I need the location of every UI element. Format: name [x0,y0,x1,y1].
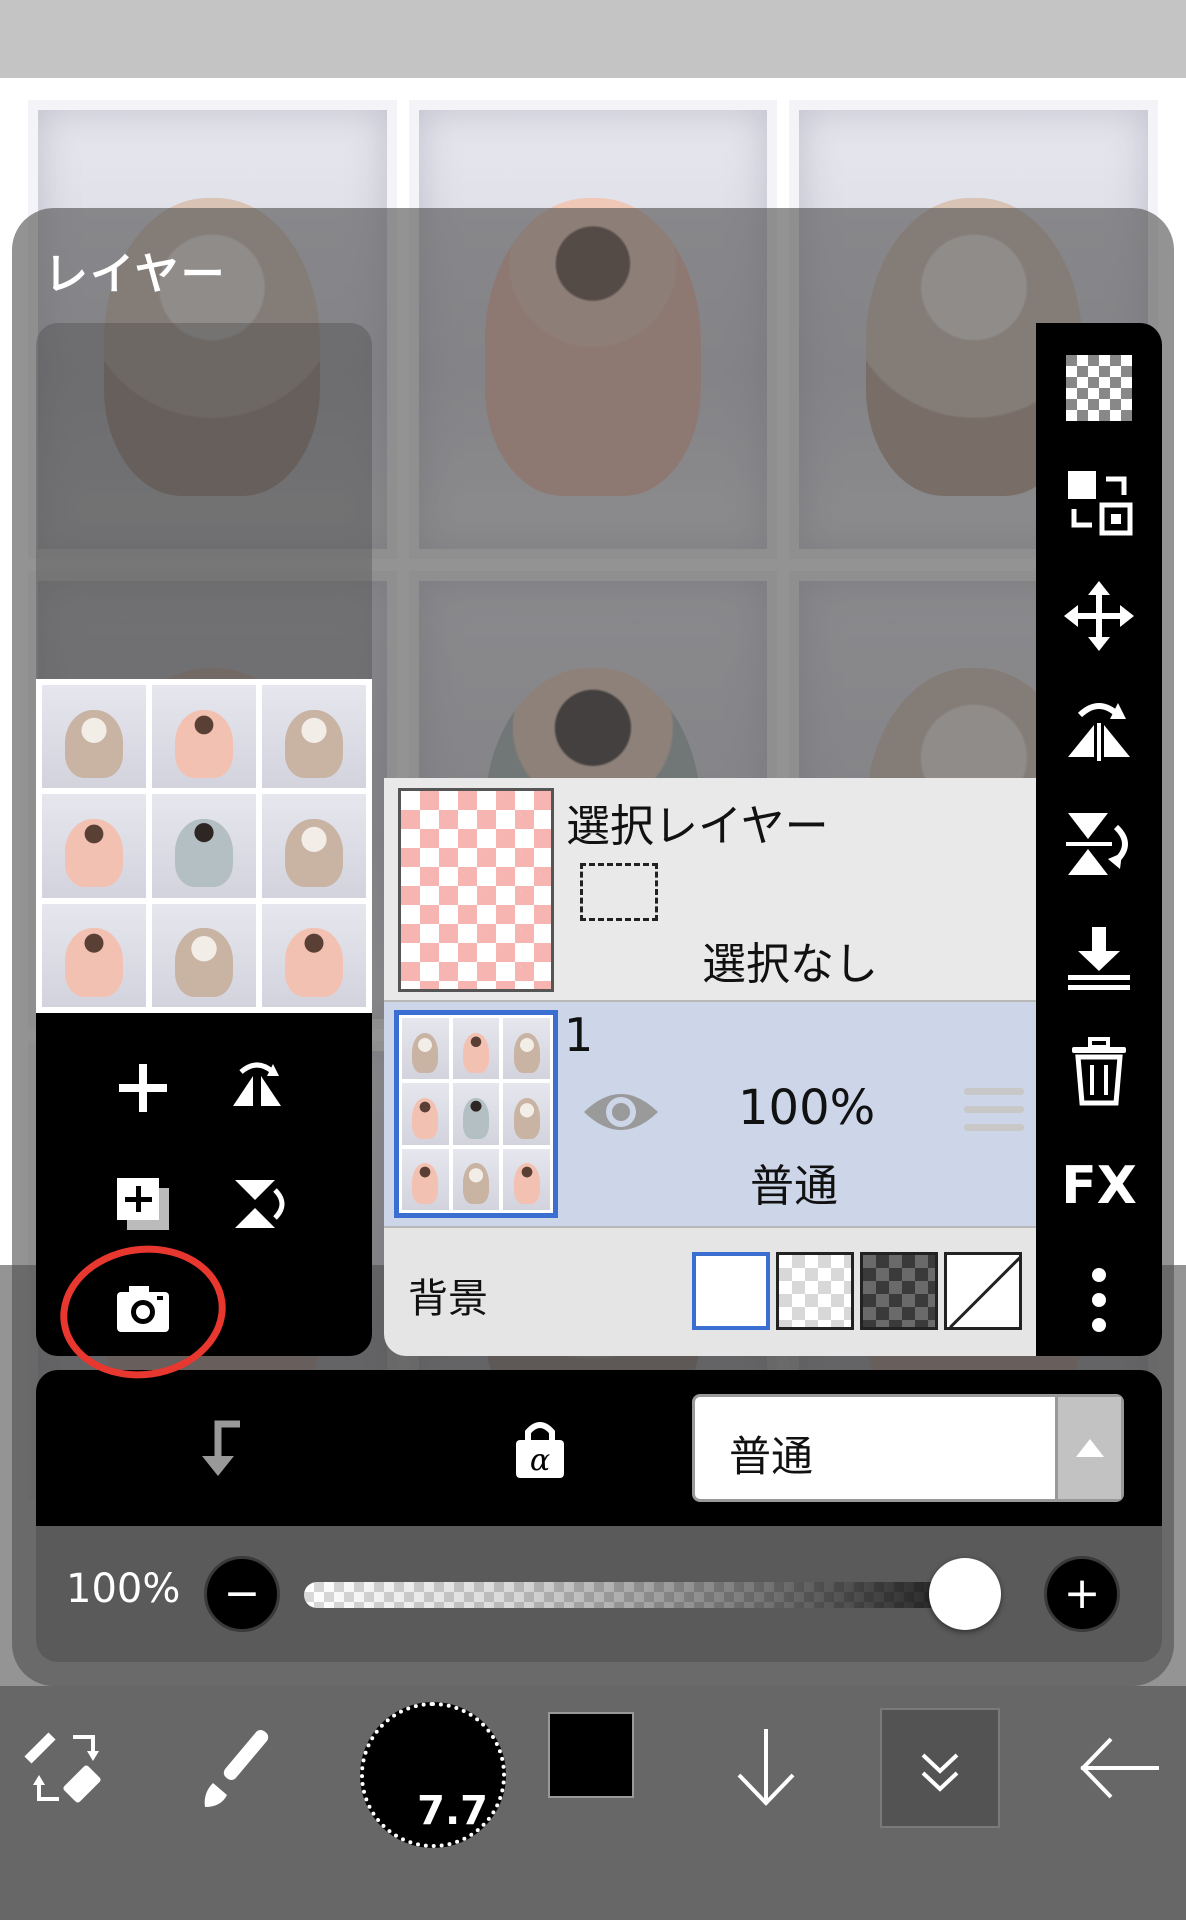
background-dark-checker-option[interactable] [860,1252,938,1330]
flip-horizontal-button[interactable] [212,1043,302,1133]
eye-icon[interactable] [580,1084,662,1140]
selection-status: 選択なし [702,939,878,990]
background-light-checker-option[interactable] [776,1252,854,1330]
clipping-button[interactable] [170,1398,270,1498]
brush-size-value: 7.7 [417,1788,488,1834]
transparency-button[interactable] [1054,343,1144,433]
blend-mode-value: 普通 [729,1432,814,1481]
flip-vertical-button[interactable] [212,1159,302,1249]
download-layer-button[interactable] [706,1708,826,1828]
more-vertical-icon [1092,1268,1106,1332]
panel-title: レイヤー [44,249,227,300]
opacity-increase-button[interactable]: + [1044,1556,1120,1632]
background-none-option[interactable] [944,1252,1022,1330]
brush-size-indicator[interactable]: 7.7 [360,1702,506,1848]
opacity-slider-track[interactable] [304,1582,994,1608]
layer-list: 選択レイヤー 選択なし 1 100% 普通 背景 [384,778,1036,1356]
opacity-decrease-button[interactable]: − [204,1556,280,1632]
flip-horizontal-icon [233,1062,281,1106]
plus-icon [119,1064,167,1112]
plus-icon: + [1063,1568,1101,1619]
back-button[interactable] [1058,1708,1178,1828]
flip-layer-vertical-button[interactable] [1054,799,1144,889]
selection-layer-row[interactable]: 選択レイヤー 選択なし [384,778,1036,1000]
flip-vertical-icon [235,1180,285,1228]
fx-label: FX [1061,1156,1137,1216]
swap-icon [1068,471,1133,536]
svg-text:α: α [530,1443,550,1478]
layer-list-column: 選択レイヤー 選択なし 1 100% 普通 背景 FX [384,323,1162,1356]
layer-preview-thumbnail [36,679,372,1013]
delete-layer-button[interactable] [1054,1027,1144,1117]
clipping-arrow-icon [202,1420,240,1476]
alpha-lock-icon: α [516,1422,564,1478]
selection-layer-thumbnail [398,788,554,992]
brush-tool-button[interactable] [180,1708,300,1828]
duplicate-layer-icon [117,1178,169,1230]
dropdown-arrow-icon[interactable] [1055,1397,1121,1499]
selection-layer-name: 選択レイヤー [566,801,829,852]
flip-layer-horizontal-button[interactable] [1054,685,1144,775]
color-swatch[interactable] [548,1712,634,1798]
pen-eraser-swap-icon [24,1732,101,1803]
blend-mode-bar: α 普通 [36,1370,1162,1526]
background-label: 背景 [408,1276,488,1322]
arrow-down-icon [737,1729,795,1806]
opacity-slider-knob[interactable] [929,1558,1002,1630]
drag-handle-icon[interactable] [964,1088,1024,1134]
bottom-toolbar: 7.7 [0,1686,1186,1920]
fx-button[interactable]: FX [1054,1141,1144,1231]
minus-icon: − [223,1568,261,1619]
opacity-label: 100% [66,1566,181,1612]
layer-blend-mode: 普通 [750,1161,838,1212]
layer-row-1[interactable]: 1 100% 普通 [384,1000,1036,1226]
background-row: 背景 [384,1226,1036,1356]
blend-mode-select[interactable]: 普通 [692,1394,1124,1502]
collapse-panel-button[interactable] [880,1708,1000,1828]
move-icon [1064,581,1134,651]
layer-panel: レイヤー 選択レイヤー 選択なし 1 100% 普通 背景 FX α 普通 10… [12,208,1174,1686]
merge-down-button[interactable] [1054,913,1144,1003]
chevron-double-down-icon [921,1753,959,1792]
checkerboard-icon [1066,355,1132,421]
merge-down-icon [1068,927,1130,990]
status-bar [0,0,1186,78]
layer-thumbnail [394,1010,558,1218]
flip-vertical-icon [1066,813,1128,875]
brush-icon [204,1729,269,1807]
flip-horizontal-icon [1068,703,1130,761]
alpha-lock-button[interactable]: α [490,1398,590,1498]
layer-preview-column [36,323,372,1356]
trash-icon [1072,1037,1126,1106]
move-layer-button[interactable] [1054,571,1144,661]
layer-side-toolbar: FX [1036,323,1162,1356]
layer-name: 1 [564,1008,594,1062]
more-options-button[interactable] [1054,1255,1144,1345]
background-white-option[interactable] [692,1252,770,1330]
layer-opacity: 100% [738,1080,876,1136]
add-layer-button[interactable] [98,1043,188,1133]
selection-marquee-icon [580,863,658,921]
pen-eraser-toggle-button[interactable] [6,1708,126,1828]
opacity-bar: 100% − + [36,1526,1162,1662]
swap-layer-button[interactable] [1054,457,1144,547]
arrow-left-icon [1080,1737,1159,1799]
duplicate-layer-button[interactable] [98,1159,188,1249]
